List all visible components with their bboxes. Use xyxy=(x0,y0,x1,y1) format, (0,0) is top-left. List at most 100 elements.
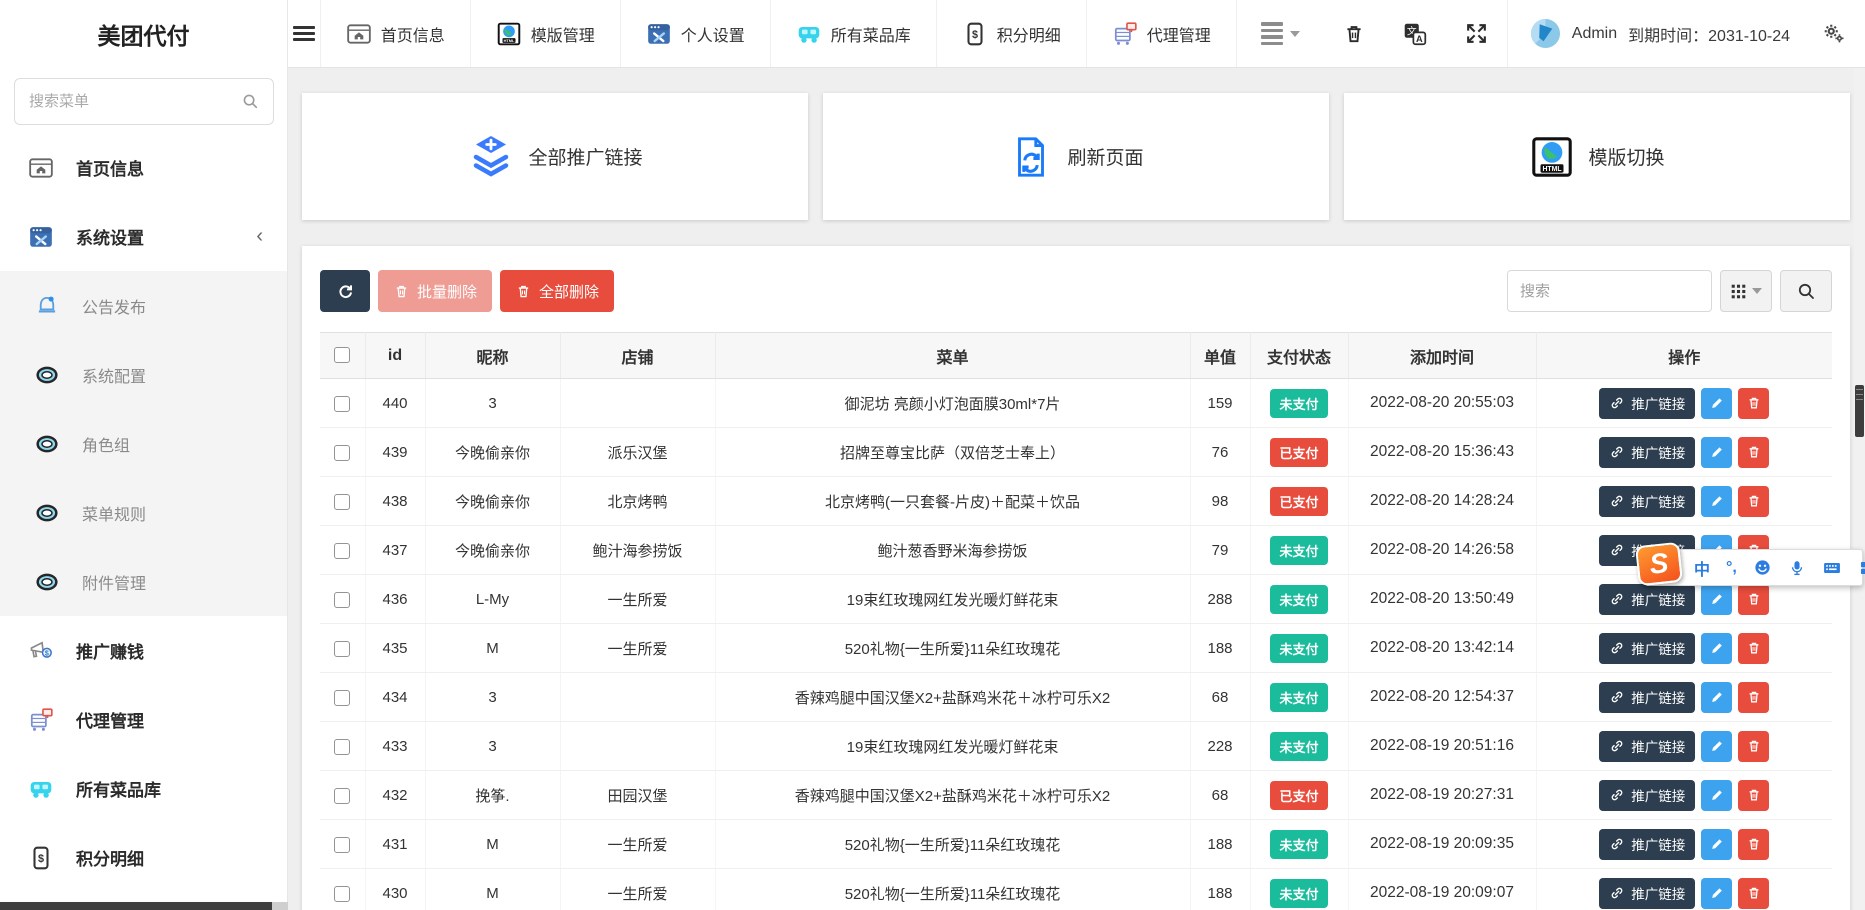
translate-button[interactable]: 文 A xyxy=(1384,0,1446,67)
nav-item-dishes-library[interactable]: 所有菜品库 xyxy=(770,0,936,67)
row-checkbox[interactable] xyxy=(334,886,350,902)
card-template-switch[interactable]: HTML 模版切换 xyxy=(1344,93,1850,220)
edit-button[interactable] xyxy=(1701,584,1732,615)
sidebar-item-agent-manage[interactable]: 代理管理 xyxy=(0,685,287,754)
delete-all-button[interactable]: 全部删除 xyxy=(500,270,614,312)
scrollbar-thumb[interactable] xyxy=(0,902,272,910)
promo-link-button[interactable]: 推广链接 xyxy=(1599,584,1695,615)
link-icon xyxy=(1609,444,1625,460)
nav-item-template-manage[interactable]: HTML 模版管理 xyxy=(470,0,620,67)
edit-button[interactable] xyxy=(1701,780,1732,811)
emoji-icon[interactable] xyxy=(1753,558,1772,577)
ime-punctuation-mode[interactable]: °, xyxy=(1726,559,1737,577)
row-checkbox[interactable] xyxy=(334,494,350,510)
promo-link-button[interactable]: 推广链接 xyxy=(1599,388,1695,419)
sidebar-item-dishes-library[interactable]: 所有菜品库 xyxy=(0,754,287,823)
delete-button[interactable] xyxy=(1738,486,1769,517)
row-checkbox[interactable] xyxy=(334,641,350,657)
sidebar-search-input[interactable] xyxy=(14,78,274,125)
microphone-icon[interactable] xyxy=(1788,559,1806,577)
delete-button[interactable] xyxy=(1738,584,1769,615)
row-checkbox[interactable] xyxy=(334,788,350,804)
table-search-input[interactable] xyxy=(1507,270,1712,312)
delete-button[interactable] xyxy=(1738,829,1769,860)
edit-button[interactable] xyxy=(1701,878,1732,909)
trash-icon xyxy=(1746,640,1762,656)
row-actions: 推广链接 xyxy=(1599,878,1769,909)
sidebar-item-system-settings[interactable]: 系统设置 ‹ xyxy=(0,202,287,271)
delete-button[interactable] xyxy=(1738,878,1769,909)
fullscreen-button[interactable] xyxy=(1446,0,1507,67)
delete-button[interactable] xyxy=(1738,388,1769,419)
pencil-icon xyxy=(1709,738,1725,754)
sidebar-subitem-system-config[interactable]: 系统配置 xyxy=(0,340,287,409)
columns-toggle-button[interactable] xyxy=(1720,270,1772,312)
search-submit-button[interactable] xyxy=(1780,270,1832,312)
delete-button[interactable] xyxy=(1738,780,1769,811)
refresh-button[interactable] xyxy=(320,270,370,312)
delete-button[interactable] xyxy=(1738,437,1769,468)
edit-button[interactable] xyxy=(1701,437,1732,468)
sidebar-item-points-detail[interactable]: $ 积分明细 xyxy=(0,823,287,892)
status-badge: 未支付 xyxy=(1270,536,1327,565)
row-actions: 推广链接 xyxy=(1599,682,1769,713)
scrollbar-thumb[interactable] xyxy=(1855,385,1864,437)
promo-link-button[interactable]: 推广链接 xyxy=(1599,633,1695,664)
edit-button[interactable] xyxy=(1701,829,1732,860)
row-checkbox[interactable] xyxy=(334,445,350,461)
promo-link-button[interactable]: 推广链接 xyxy=(1599,878,1695,909)
promo-link-button[interactable]: 推广链接 xyxy=(1599,486,1695,517)
batch-delete-button[interactable]: 批量删除 xyxy=(378,270,492,312)
delete-button[interactable] xyxy=(1738,682,1769,713)
nav-item-points-detail[interactable]: $ 积分明细 xyxy=(936,0,1086,67)
promo-link-button[interactable]: 推广链接 xyxy=(1599,731,1695,762)
nav-list-dropdown[interactable] xyxy=(1236,0,1324,67)
promo-link-button[interactable]: 推广链接 xyxy=(1599,780,1695,811)
sidebar-item-home-info[interactable]: 首页信息 xyxy=(0,133,287,202)
delete-button[interactable] xyxy=(1738,731,1769,762)
toolbox-icon[interactable] xyxy=(1858,559,1865,577)
sidebar-subitem-announcement[interactable]: 公告发布 xyxy=(0,271,287,340)
row-checkbox[interactable] xyxy=(334,690,350,706)
edit-button[interactable] xyxy=(1701,633,1732,664)
sidebar-item-promo-earn[interactable]: $ 推广赚钱 xyxy=(0,616,287,685)
svg-text:HTML: HTML xyxy=(1543,165,1562,172)
orders-table: id 昵称 店铺 菜单 单值 支付状态 添加时间 操作 440 3 御泥坊 亮颜… xyxy=(320,332,1832,910)
row-checkbox[interactable] xyxy=(334,739,350,755)
promo-link-button[interactable]: 推广链接 xyxy=(1599,437,1695,468)
edit-button[interactable] xyxy=(1701,486,1732,517)
row-checkbox[interactable] xyxy=(334,543,350,559)
promo-link-button[interactable]: 推广链接 xyxy=(1599,682,1695,713)
cell-nickname: 3 xyxy=(425,379,560,428)
card-refresh-page[interactable]: 刷新页面 xyxy=(823,93,1329,220)
sogou-ime-logo[interactable]: S xyxy=(1635,542,1683,586)
settings-button[interactable] xyxy=(1812,0,1865,67)
nav-item-home-info[interactable]: 首页信息 xyxy=(320,0,470,67)
row-checkbox[interactable] xyxy=(334,592,350,608)
card-all-promo-links[interactable]: 全部推广链接 xyxy=(302,93,808,220)
row-checkbox[interactable] xyxy=(334,396,350,412)
sidebar-subitem-menu-rules[interactable]: 菜单规则 xyxy=(0,478,287,547)
svg-text:$: $ xyxy=(45,650,49,657)
row-checkbox[interactable] xyxy=(334,837,350,853)
edit-button[interactable] xyxy=(1701,731,1732,762)
edit-button[interactable] xyxy=(1701,388,1732,419)
col-menu: 菜单 xyxy=(715,333,1190,379)
user-section[interactable]: Admin 到期时间：2031-10-24 xyxy=(1507,0,1812,67)
sidebar-subitem-attachment-manage[interactable]: 附件管理 xyxy=(0,547,287,616)
nav-item-personal-settings[interactable]: 个人设置 xyxy=(620,0,770,67)
ime-chinese-mode[interactable]: 中 xyxy=(1694,556,1710,580)
keyboard-icon[interactable] xyxy=(1822,558,1842,578)
delete-button[interactable] xyxy=(1738,633,1769,664)
vertical-scrollbar[interactable] xyxy=(1854,68,1865,910)
sidebar-horizontal-scrollbar[interactable] xyxy=(0,902,288,910)
sidebar-subitem-role-group[interactable]: 角色组 xyxy=(0,409,287,478)
cell-menu: 御泥坊 亮颜小灯泡面膜30ml*7片 xyxy=(715,379,1190,428)
select-all-checkbox[interactable] xyxy=(334,347,350,363)
clear-trash-button[interactable] xyxy=(1324,0,1384,67)
promo-link-button[interactable]: 推广链接 xyxy=(1599,829,1695,860)
edit-button[interactable] xyxy=(1701,682,1732,713)
nav-item-agent-manage[interactable]: 代理管理 xyxy=(1086,0,1236,67)
chevron-collapse-icon[interactable]: ‹ xyxy=(256,225,263,248)
sidebar-toggle-button[interactable] xyxy=(288,0,320,67)
